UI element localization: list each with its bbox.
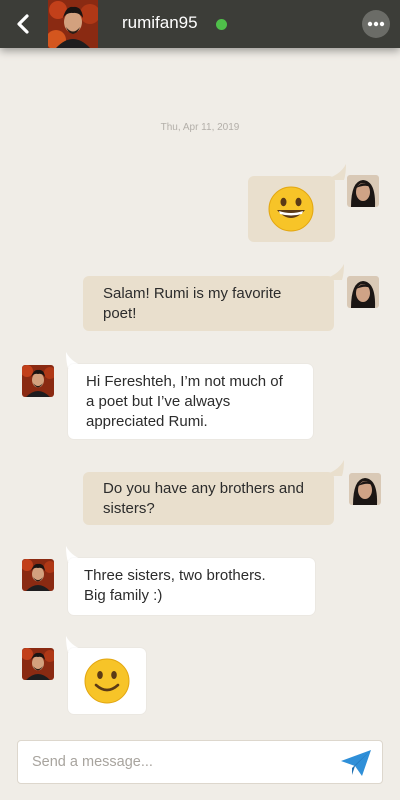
send-button[interactable] [340, 749, 372, 777]
contact-message-avatar [22, 365, 54, 397]
incoming-message[interactable]: Three sisters, two brothers. Big family … [68, 558, 315, 615]
message-text: sisters? [103, 500, 155, 517]
message-text: appreciated Rumi. [86, 413, 208, 430]
incoming-message[interactable]: Hi Fereshteh, I’m not much of a poet but… [68, 364, 313, 439]
my-avatar [347, 175, 379, 207]
message-text: Do you have any brothers and [103, 480, 304, 497]
message-text: poet! [103, 305, 137, 322]
chat-header: rumifan95 [0, 0, 400, 48]
bubble-tail [322, 164, 346, 180]
contact-username[interactable]: rumifan95 [122, 13, 198, 33]
message-input[interactable] [32, 741, 332, 783]
message-composer [17, 740, 383, 784]
bubble-tail [320, 460, 344, 476]
message-text: a poet but I’ve always [86, 393, 231, 410]
contact-message-avatar [22, 559, 54, 591]
more-dots-icon [367, 21, 385, 27]
my-avatar [347, 276, 379, 308]
chevron-left-icon [17, 14, 29, 34]
message-text: Hi Fereshteh, I’m not much of [86, 373, 283, 390]
more-options-button[interactable] [362, 10, 390, 38]
contact-avatar[interactable] [48, 0, 98, 48]
grinning-face-emoji-icon [268, 186, 314, 232]
contact-message-avatar [22, 648, 54, 680]
paper-plane-icon [341, 750, 371, 776]
outgoing-message[interactable]: Do you have any brothers and sisters? [83, 472, 334, 525]
outgoing-message[interactable]: Salam! Rumi is my favorite poet! [83, 276, 334, 331]
bubble-tail [320, 264, 344, 280]
message-text: Big family :) [84, 587, 163, 604]
date-separator: Thu, Apr 11, 2019 [160, 122, 240, 133]
incoming-message[interactable] [68, 648, 146, 714]
slightly-smiling-face-emoji-icon [84, 658, 130, 704]
my-avatar [349, 473, 381, 505]
message-text: Salam! Rumi is my favorite [103, 285, 282, 302]
message-text: Three sisters, two brothers. [84, 567, 266, 584]
online-status-indicator [216, 19, 227, 30]
back-button[interactable] [0, 0, 46, 48]
outgoing-message[interactable] [248, 176, 335, 242]
